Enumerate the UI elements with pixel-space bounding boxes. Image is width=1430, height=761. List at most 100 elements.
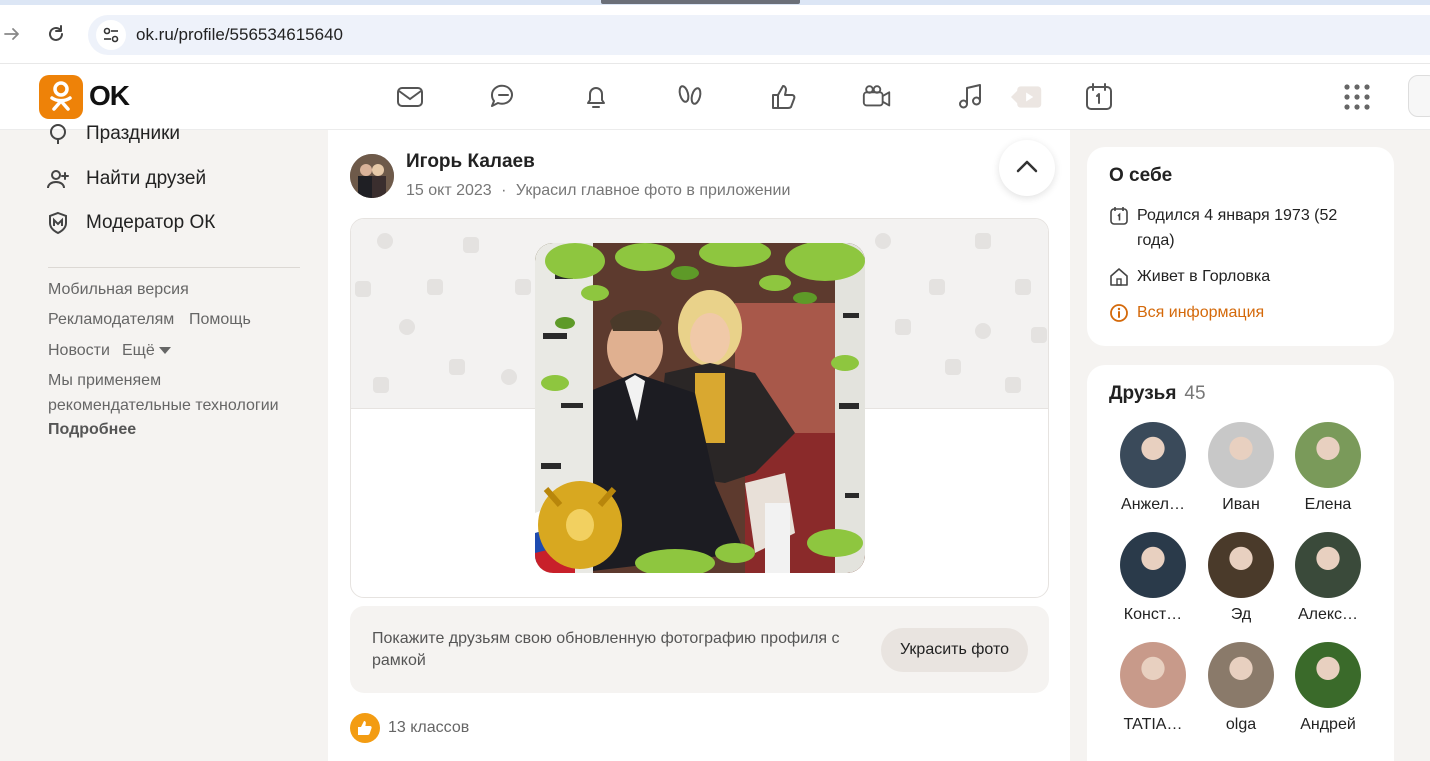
- friends-card: Друзья 45 Анжел… Иван Елена Конст… Эд Алекс… TA…: [1087, 365, 1394, 761]
- guests-icon[interactable]: [674, 81, 706, 113]
- post-date[interactable]: 15 окт 2023: [406, 182, 492, 199]
- friend-name[interactable]: Эд: [1197, 606, 1285, 624]
- holidays-icon: [46, 122, 70, 146]
- post-photo-card[interactable]: [350, 218, 1049, 598]
- mobile-version-link[interactable]: Мобильная версия: [48, 281, 189, 299]
- friend-item[interactable]: Эд: [1197, 532, 1285, 624]
- friend-name[interactable]: olga: [1197, 716, 1285, 734]
- friend-name[interactable]: Иван: [1197, 496, 1285, 514]
- lives-text[interactable]: Живет в Горловка: [1137, 264, 1270, 289]
- friend-item[interactable]: Конст…: [1109, 532, 1197, 624]
- active-tab-indicator[interactable]: [601, 0, 800, 4]
- home-icon: [1109, 267, 1129, 287]
- mail-icon[interactable]: [394, 81, 426, 113]
- site-header: OK: [0, 64, 1430, 130]
- friend-name[interactable]: Алекс…: [1284, 606, 1372, 624]
- friend-item[interactable]: Иван: [1197, 422, 1285, 514]
- friend-item[interactable]: Алекс…: [1284, 532, 1372, 624]
- friend-avatar[interactable]: [1295, 642, 1361, 708]
- friend-item[interactable]: Андрей: [1284, 642, 1372, 734]
- site-settings-icon[interactable]: [96, 20, 126, 50]
- info-icon: [1109, 303, 1129, 323]
- ok-logo-icon[interactable]: [39, 75, 83, 119]
- apps-grid-icon[interactable]: [1341, 81, 1373, 113]
- chevron-up-icon: [1016, 159, 1038, 178]
- forward-arrow-icon[interactable]: [0, 22, 24, 46]
- like-icon[interactable]: [768, 81, 800, 113]
- sidebar-divider: [48, 267, 300, 268]
- likes-summary[interactable]: 13 классов: [350, 713, 469, 743]
- advertisers-link[interactable]: Рекламодателям: [48, 311, 174, 329]
- friend-name[interactable]: TATIA…: [1109, 716, 1197, 734]
- details-link[interactable]: Подробнее: [48, 421, 136, 439]
- recommend-text-line1: Мы применяем: [48, 372, 162, 389]
- friend-avatar[interactable]: [1120, 532, 1186, 598]
- calendar-icon: [1109, 206, 1129, 226]
- friends-title: Друзья: [1109, 383, 1177, 404]
- reload-icon[interactable]: [44, 22, 68, 46]
- help-link[interactable]: Помощь: [189, 311, 251, 329]
- meta-separator: ·: [501, 182, 507, 199]
- friend-avatar[interactable]: [1208, 642, 1274, 708]
- friends-header[interactable]: Друзья 45: [1109, 383, 1206, 405]
- about-card: О себе Родился 4 января 1973 (52 года) Ж…: [1087, 147, 1394, 346]
- decorate-photo-button[interactable]: Украсить фото: [881, 628, 1028, 672]
- browser-toolbar: ok.ru/profile/556534615640: [0, 0, 1430, 64]
- sidebar-item-label: Найти друзей: [86, 168, 207, 189]
- browser-tabstrip: [0, 0, 1430, 5]
- friend-item[interactable]: Елена: [1284, 422, 1372, 514]
- likes-count[interactable]: 13 классов: [388, 719, 469, 737]
- friend-avatar[interactable]: [1208, 422, 1274, 488]
- friend-name[interactable]: Елена: [1284, 496, 1372, 514]
- add-friend-icon: [46, 167, 70, 191]
- about-title: О себе: [1109, 165, 1173, 186]
- friend-item[interactable]: TATIA…: [1109, 642, 1197, 734]
- sidebar-item-label: Праздники: [86, 123, 180, 144]
- feed-post: Игорь Калаев 15 окт 2023 · Украсил главн…: [328, 130, 1070, 761]
- birthday-row: Родился 4 января 1973 (52 года): [1109, 203, 1379, 253]
- sidebar-item-holidays[interactable]: Праздники: [46, 119, 180, 149]
- news-link[interactable]: Новости: [48, 342, 110, 360]
- lives-row: Живет в Горловка: [1109, 264, 1270, 289]
- music-icon[interactable]: [955, 81, 987, 113]
- collapse-button[interactable]: [999, 140, 1055, 196]
- left-sidebar: Праздники Найти друзей Модератор ОК Моби…: [0, 123, 328, 761]
- birthday-text: Родился 4 января 1973 (52 года): [1137, 207, 1338, 249]
- video-camera-icon[interactable]: [861, 81, 893, 113]
- friend-name[interactable]: Конст…: [1109, 606, 1197, 624]
- author-name[interactable]: Игорь Калаев: [406, 151, 535, 173]
- post-meta: 15 окт 2023 · Украсил главное фото в при…: [406, 182, 790, 200]
- chat-icon[interactable]: [487, 81, 519, 113]
- like-badge-icon: [350, 713, 380, 743]
- friend-name[interactable]: Анжел…: [1109, 496, 1197, 514]
- friend-name[interactable]: Андрей: [1284, 716, 1372, 734]
- sidebar-item-moderator[interactable]: Модератор ОК: [46, 208, 215, 238]
- decorate-photo-promo: Покажите друзьям свою обновленную фотогр…: [350, 606, 1049, 693]
- all-info-row[interactable]: Вся информация: [1109, 300, 1264, 325]
- more-link[interactable]: Ещё: [122, 342, 172, 360]
- friends-count: 45: [1184, 383, 1206, 404]
- logo-text[interactable]: OK: [89, 80, 130, 112]
- profile-photo-with-frame[interactable]: [535, 243, 865, 573]
- author-avatar[interactable]: [350, 154, 394, 198]
- friend-avatar[interactable]: [1295, 532, 1361, 598]
- friend-avatar[interactable]: [1120, 642, 1186, 708]
- video-play-icon[interactable]: [1011, 81, 1043, 113]
- friend-item[interactable]: olga: [1197, 642, 1285, 734]
- moderator-shield-icon: [46, 211, 70, 235]
- all-info-link[interactable]: Вся информация: [1137, 300, 1264, 325]
- user-menu-button[interactable]: [1408, 75, 1430, 117]
- right-sidebar: О себе Родился 4 января 1973 (52 года) Ж…: [1070, 130, 1430, 761]
- friend-avatar[interactable]: [1208, 532, 1274, 598]
- friend-item[interactable]: Анжел…: [1109, 422, 1197, 514]
- friend-avatar[interactable]: [1120, 422, 1186, 488]
- calendar-icon[interactable]: [1083, 81, 1115, 113]
- address-bar[interactable]: ok.ru/profile/556534615640: [88, 15, 1430, 55]
- friend-avatar[interactable]: [1295, 422, 1361, 488]
- chevron-down-icon: [159, 342, 172, 359]
- post-action: Украсил главное фото в приложении: [515, 182, 791, 199]
- more-label: Ещё: [122, 342, 155, 359]
- url-text[interactable]: ok.ru/profile/556534615640: [136, 25, 343, 45]
- bell-icon[interactable]: [580, 81, 612, 113]
- sidebar-item-find-friends[interactable]: Найти друзей: [46, 164, 206, 194]
